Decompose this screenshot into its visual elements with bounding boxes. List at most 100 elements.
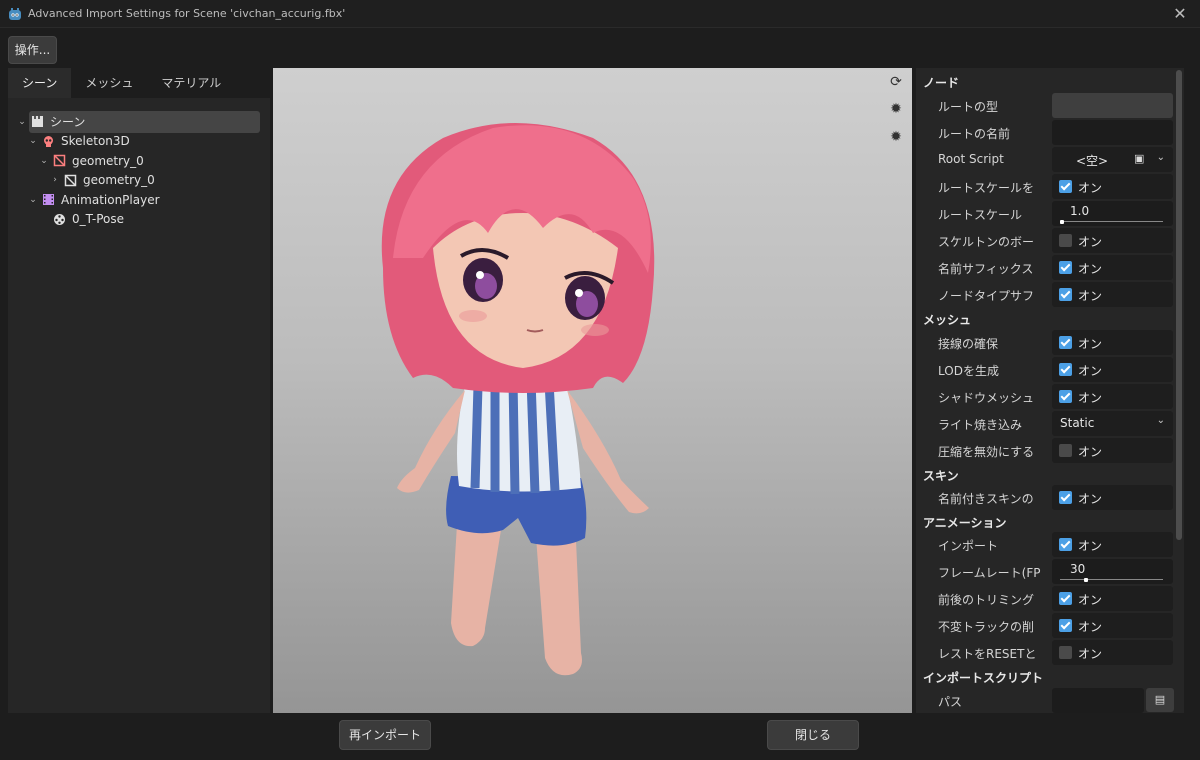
prop-framerate: フレームレート(FP 30 bbox=[916, 559, 1176, 585]
prop-label: ルートの型 bbox=[938, 100, 999, 114]
checkbox-label: オン bbox=[1078, 391, 1103, 405]
checkbox-label: オン bbox=[1078, 337, 1103, 351]
root-script-picker[interactable]: <空> ▣ ⌄ bbox=[1052, 147, 1173, 172]
tree-item-geometry-child[interactable]: › geometry_0 bbox=[8, 171, 270, 191]
close-icon[interactable]: ✕ bbox=[1170, 4, 1190, 24]
tree-item-scene[interactable]: ⌄ シーン bbox=[8, 111, 270, 132]
slider-grabber[interactable] bbox=[1060, 220, 1064, 224]
checkbox-label: オン bbox=[1078, 539, 1103, 553]
tab-materials[interactable]: マテリアル bbox=[147, 68, 235, 98]
checkbox-checked[interactable] bbox=[1059, 619, 1072, 632]
prop-label: ルートスケール bbox=[938, 208, 1023, 222]
prop-trimming: 前後のトリミング オン bbox=[916, 586, 1176, 612]
chevron-right-icon[interactable]: › bbox=[50, 175, 60, 185]
trimming-checkbox[interactable]: オン bbox=[1052, 586, 1173, 611]
prop-label: 不変トラックの削 bbox=[938, 620, 1035, 634]
tab-meshes[interactable]: メッシュ bbox=[71, 68, 147, 98]
tree-item-skeleton[interactable]: ⌄ Skeleton3D bbox=[8, 132, 270, 152]
chevron-down-icon[interactable]: ⌄ bbox=[39, 156, 49, 166]
chevron-down-icon[interactable]: ⌄ bbox=[1157, 152, 1165, 163]
path-input[interactable] bbox=[1052, 688, 1144, 713]
slider-track[interactable] bbox=[1060, 579, 1163, 580]
light-1-icon[interactable]: ✹ bbox=[888, 101, 904, 117]
orbit-icon[interactable]: ⟳ bbox=[888, 74, 904, 90]
remove-immutable-checkbox[interactable]: オン bbox=[1052, 613, 1173, 638]
checkbox-checked[interactable] bbox=[1059, 592, 1072, 605]
ensure-tangents-checkbox[interactable]: オン bbox=[1052, 330, 1173, 355]
chevron-down-icon[interactable]: ⌄ bbox=[17, 117, 27, 127]
force-disable-compression-checkbox[interactable]: オン bbox=[1052, 438, 1173, 463]
animation-icon bbox=[54, 213, 65, 225]
prop-skeleton-bone: スケルトンのボー オン bbox=[916, 228, 1176, 254]
3d-preview-viewport[interactable]: ⟳ ✹ ✹ bbox=[273, 68, 912, 713]
checkbox-checked[interactable] bbox=[1059, 288, 1072, 301]
checkbox-checked[interactable] bbox=[1059, 363, 1072, 376]
prop-root-scale: ルートスケール 1.0 bbox=[916, 201, 1176, 227]
generate-lod-checkbox[interactable]: オン bbox=[1052, 357, 1173, 382]
checkbox-label: オン bbox=[1078, 492, 1103, 506]
prop-label: Root Script bbox=[938, 152, 1004, 166]
reimport-button[interactable]: 再インポート bbox=[339, 720, 431, 750]
node-type-suffix-checkbox[interactable]: オン bbox=[1052, 282, 1173, 307]
name-suffix-checkbox[interactable]: オン bbox=[1052, 255, 1173, 280]
checkbox-unchecked[interactable] bbox=[1059, 444, 1072, 457]
chevron-down-icon[interactable]: ⌄ bbox=[28, 136, 38, 146]
prop-shadow-mesh: シャドウメッシュ オン bbox=[916, 384, 1176, 410]
tree-item-animationplayer[interactable]: ⌄ AnimationPlayer bbox=[8, 190, 270, 210]
actions-menu-button[interactable]: 操作... bbox=[8, 36, 57, 64]
prop-path: パス ▤ bbox=[916, 688, 1176, 713]
skull-icon bbox=[44, 135, 53, 147]
inspector-scrollbar[interactable] bbox=[1176, 70, 1182, 540]
checkbox-checked[interactable] bbox=[1059, 261, 1072, 274]
root-scale-spinbox[interactable]: 1.0 bbox=[1052, 201, 1173, 226]
chevron-down-icon[interactable]: ⌄ bbox=[1157, 415, 1165, 426]
checkbox-unchecked[interactable] bbox=[1059, 646, 1072, 659]
prop-label: パス bbox=[938, 695, 963, 709]
named-skins-checkbox[interactable]: オン bbox=[1052, 485, 1173, 510]
checkbox-checked[interactable] bbox=[1059, 336, 1072, 349]
tree-item-label: geometry_0 bbox=[72, 153, 144, 168]
framerate-spinbox[interactable]: 30 bbox=[1052, 559, 1173, 584]
checkbox-unchecked[interactable] bbox=[1059, 234, 1072, 247]
shadow-mesh-checkbox[interactable]: オン bbox=[1052, 384, 1173, 409]
prop-label: 圧縮を無効にする bbox=[938, 445, 1035, 459]
chevron-down-icon[interactable]: ⌄ bbox=[28, 195, 38, 205]
checkbox-checked[interactable] bbox=[1059, 180, 1072, 193]
checkbox-label: オン bbox=[1078, 620, 1103, 634]
file-icon[interactable]: ▤ bbox=[1146, 688, 1174, 712]
tree-item-tpose[interactable]: 0_T-Pose bbox=[8, 210, 270, 230]
prop-label: ノードタイプサフ bbox=[938, 289, 1035, 303]
apply-root-scale-checkbox[interactable]: オン bbox=[1052, 174, 1173, 199]
prop-force-disable-compression: 圧縮を無効にする オン bbox=[916, 438, 1176, 464]
rest-reset-checkbox[interactable]: オン bbox=[1052, 640, 1173, 665]
prop-label: 前後のトリミング bbox=[938, 593, 1035, 607]
film-icon bbox=[43, 194, 54, 206]
close-button[interactable]: 閉じる bbox=[767, 720, 859, 750]
skeleton-bone-checkbox[interactable]: オン bbox=[1052, 228, 1173, 253]
scene-tree-panel: シーン メッシュ マテリアル ⌄ シーン ⌄ Skeleton3D ⌄ geom… bbox=[8, 68, 270, 713]
prop-label: LODを生成 bbox=[938, 364, 999, 378]
checkbox-checked[interactable] bbox=[1059, 390, 1072, 403]
prop-label: ルートスケールを bbox=[938, 181, 1035, 195]
framerate-value: 30 bbox=[1070, 562, 1086, 576]
load-icon[interactable]: ▣ bbox=[1134, 152, 1144, 165]
light-baking-select[interactable]: Static ⌄ bbox=[1052, 411, 1173, 436]
prop-label: 名前付きスキンの bbox=[938, 492, 1034, 506]
prop-label: 名前サフィックス bbox=[938, 262, 1034, 276]
prop-generate-lod: LODを生成 オン bbox=[916, 357, 1176, 383]
tree-item-geometry[interactable]: ⌄ geometry_0 bbox=[8, 151, 270, 171]
anim-import-checkbox[interactable]: オン bbox=[1052, 532, 1173, 557]
tree-item-label: シーン bbox=[50, 115, 86, 130]
checkbox-checked[interactable] bbox=[1059, 491, 1072, 504]
root-name-input[interactable] bbox=[1052, 120, 1173, 145]
slider-grabber[interactable] bbox=[1084, 578, 1088, 582]
root-type-button[interactable] bbox=[1052, 93, 1173, 118]
light-2-icon[interactable]: ✹ bbox=[888, 129, 904, 145]
checkbox-checked[interactable] bbox=[1059, 538, 1072, 551]
prop-name-suffix: 名前サフィックス オン bbox=[916, 255, 1176, 281]
tree-item-label: Skeleton3D bbox=[61, 134, 130, 149]
root-scale-value: 1.0 bbox=[1070, 204, 1090, 218]
section-mesh: メッシュ bbox=[923, 313, 972, 327]
slider-track[interactable] bbox=[1060, 221, 1163, 222]
tab-scene[interactable]: シーン bbox=[8, 68, 72, 98]
